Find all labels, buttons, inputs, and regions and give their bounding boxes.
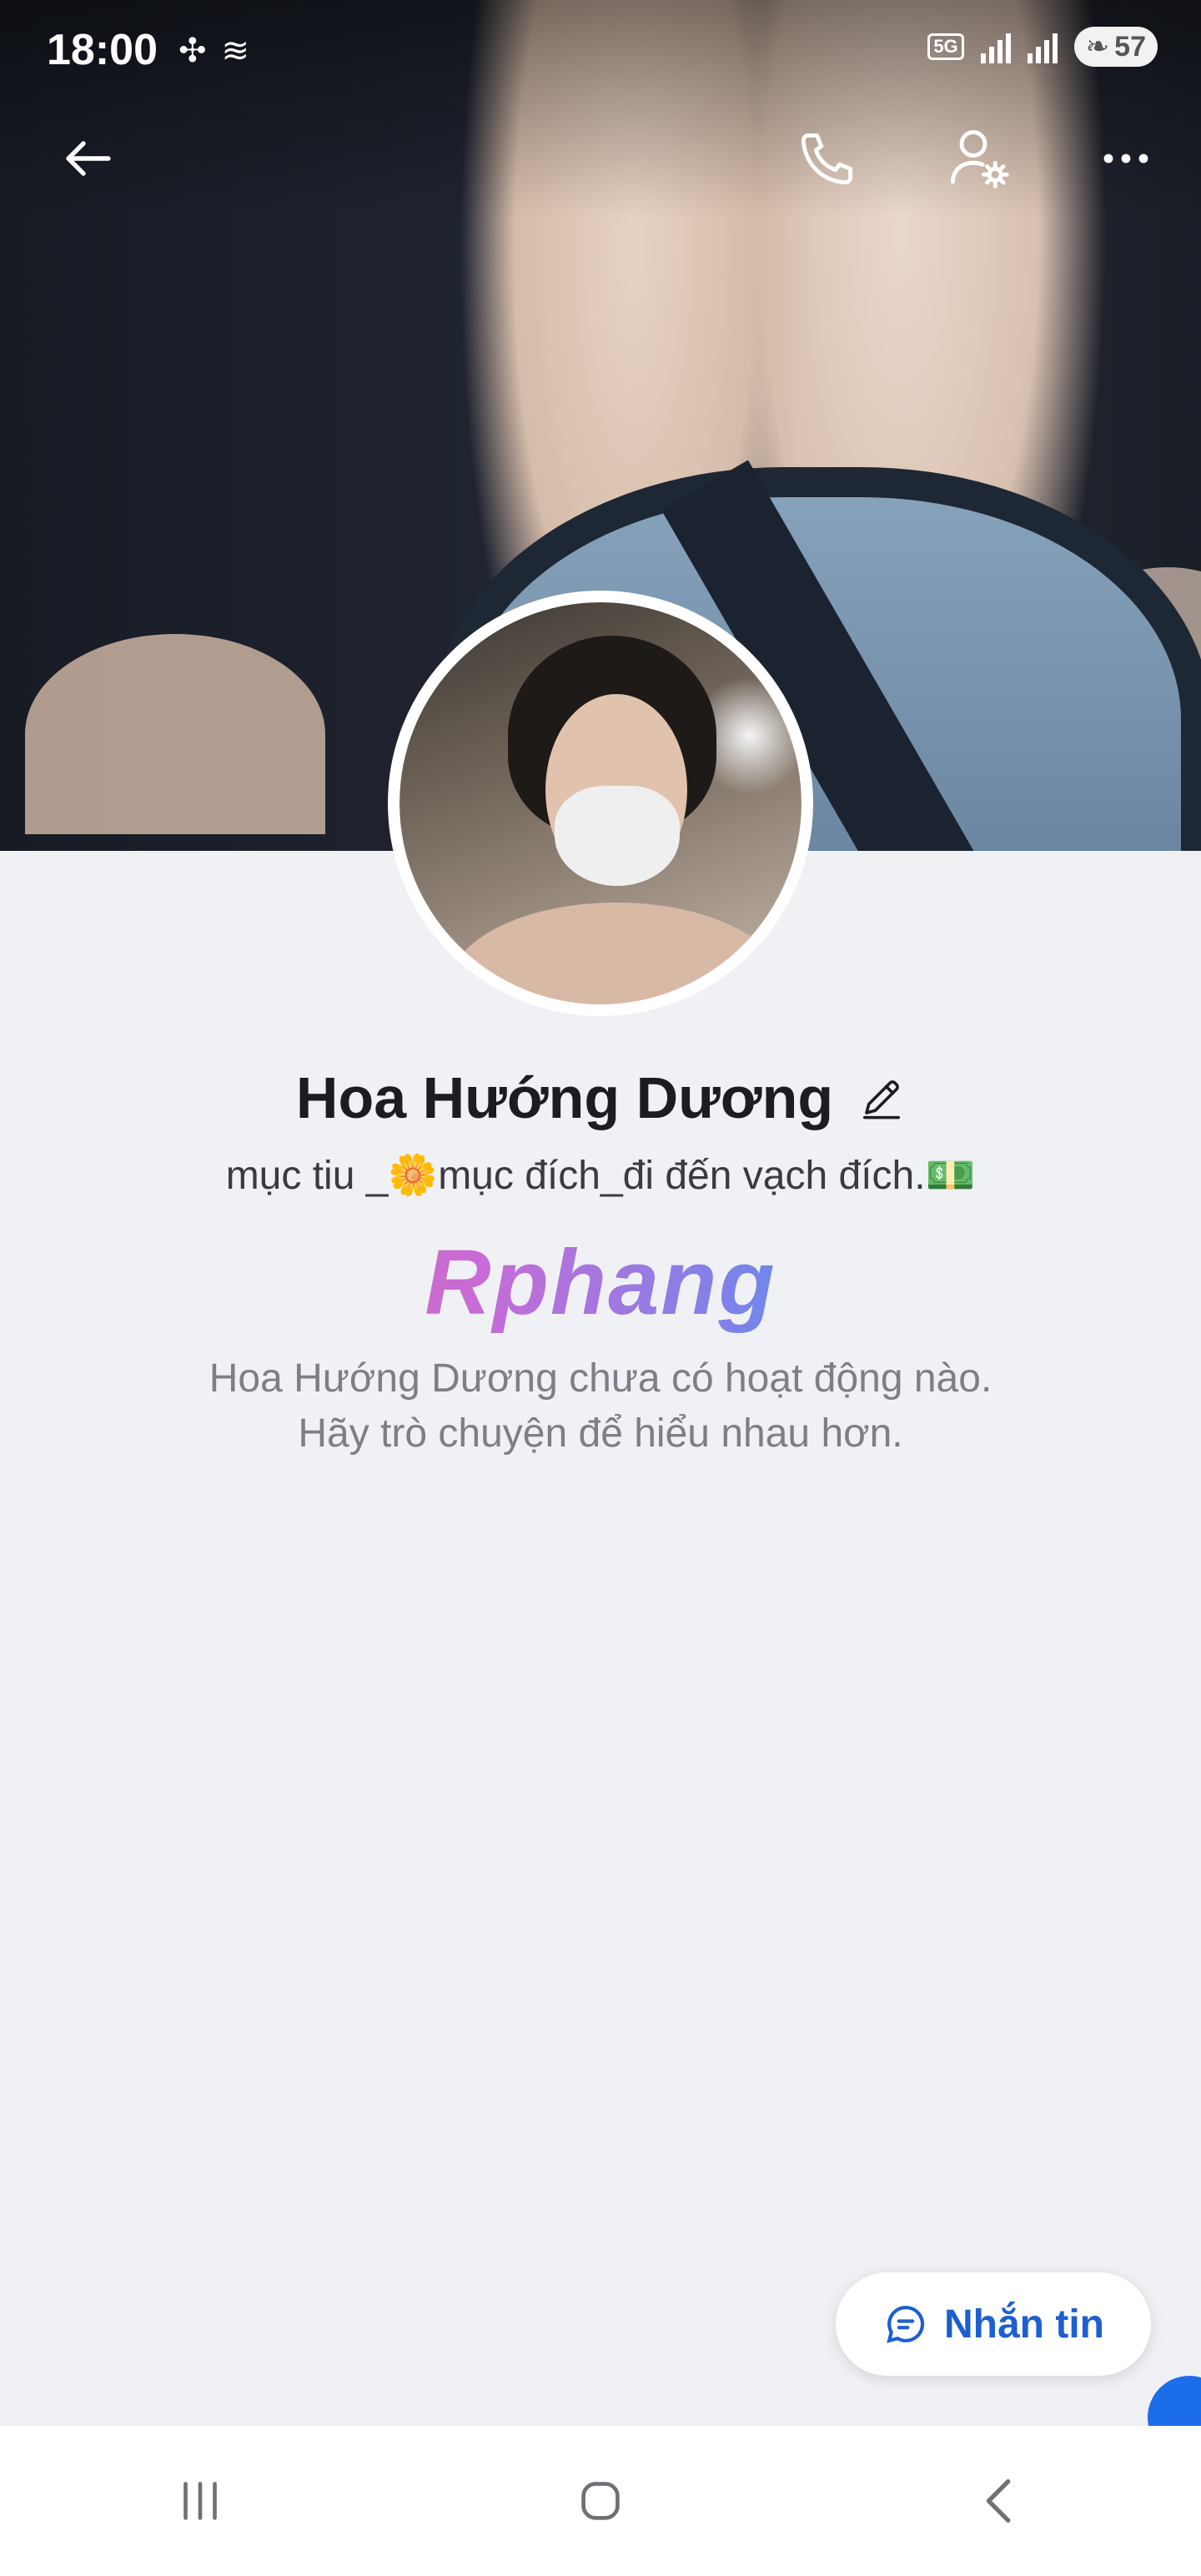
edit-name-button[interactable]	[858, 1074, 905, 1121]
pencil-icon	[863, 1080, 901, 1119]
battery-leaf-icon: ❧	[1085, 31, 1110, 63]
phone-icon	[801, 133, 853, 185]
profile-name: Hoa Hướng Dương	[295, 1065, 834, 1130]
more-options-button[interactable]	[1084, 117, 1168, 200]
more-horizontal-icon	[1103, 153, 1148, 164]
pinwheel-icon: ✣	[178, 33, 207, 69]
empty-activity-line: Hoa Hướng Dương chưa có hoạt động nào.	[209, 1356, 992, 1401]
battery-indicator: ❧ 57	[1073, 27, 1158, 67]
recents-icon	[183, 2482, 217, 2520]
empty-activity-message: Hoa Hướng Dương chưa có hoạt động nào. H…	[0, 1351, 1201, 1462]
hotspot-icon: ≋	[221, 33, 250, 69]
avatar[interactable]	[388, 591, 813, 1016]
status-left-icons: ✣ ≋	[178, 32, 249, 70]
system-nav-bar	[0, 2426, 1201, 2576]
avatar-photo	[399, 602, 802, 1004]
chat-bubble-icon	[887, 2306, 925, 2343]
chevron-left-icon	[986, 2479, 1011, 2523]
battery-level: 57	[1114, 30, 1146, 63]
recent-apps-button[interactable]	[150, 2451, 250, 2551]
cover-photo-detail	[25, 634, 325, 834]
call-button[interactable]	[786, 117, 869, 200]
arrow-left-icon	[66, 141, 111, 176]
avatar-photo-detail	[555, 786, 680, 886]
status-right-icons: 5G ❧ 57	[927, 27, 1158, 67]
signal-icon	[1027, 30, 1058, 63]
network-type: 5G	[927, 33, 964, 60]
status-bar: 18:00 ✣ ≋ 5G ❧ 57	[0, 0, 1201, 100]
message-button[interactable]: Nhắn tin	[836, 2272, 1151, 2376]
user-settings-icon	[951, 130, 1009, 189]
message-button-label: Nhắn tin	[944, 2302, 1104, 2347]
watermark-logo: Rphang	[0, 1230, 1201, 1336]
system-back-button[interactable]	[951, 2451, 1051, 2551]
back-button[interactable]	[47, 117, 130, 200]
home-icon	[581, 2482, 620, 2520]
signal-icon	[980, 30, 1011, 63]
profile-settings-button[interactable]	[937, 117, 1021, 200]
empty-activity-line: Hãy trò chuyện để hiểu nhau hơn.	[298, 1411, 903, 1456]
home-button[interactable]	[550, 2451, 651, 2551]
status-time: 18:00	[47, 26, 158, 74]
profile-bio: mục tiu _🌼mục đích_đi đến vạch đích.💵	[225, 1154, 976, 1198]
avatar-photo-detail	[450, 903, 783, 1004]
profile-name-row: Hoa Hướng Dương	[0, 1064, 1201, 1131]
